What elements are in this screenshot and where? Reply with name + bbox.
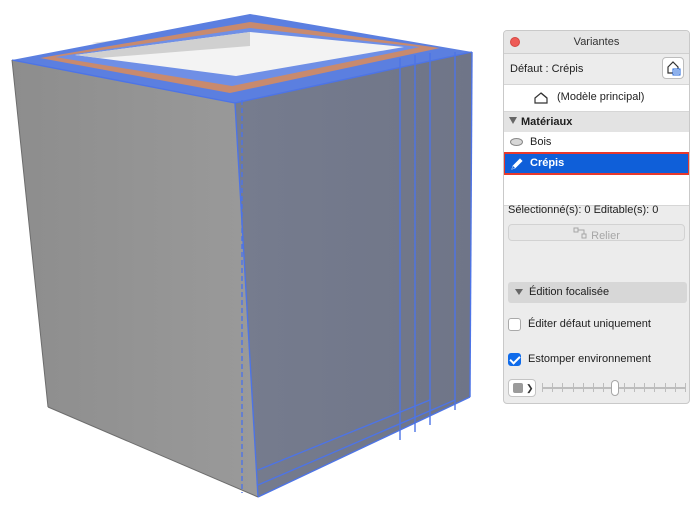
gray-swatch-icon	[513, 383, 523, 393]
left-wall-face	[12, 60, 258, 497]
panel-title: Variantes	[573, 36, 620, 48]
relier-label: Relier	[591, 230, 620, 242]
slider-tick	[593, 383, 594, 392]
focused-edit-header[interactable]: Édition focalisée	[508, 282, 687, 303]
default-variant-label: Défaut : Crépis	[510, 63, 584, 75]
disclosure-triangle-icon[interactable]	[509, 117, 517, 124]
list-item-bois[interactable]: Bois	[504, 132, 689, 153]
slider-tick	[685, 383, 686, 392]
slider-tick	[603, 383, 604, 392]
house-icon	[534, 92, 548, 104]
slider-thumb[interactable]	[611, 380, 620, 396]
edit-default-only-checkbox[interactable]	[508, 318, 521, 331]
slider-tick	[654, 383, 655, 392]
link-icon	[573, 227, 587, 239]
house-layers-icon	[667, 61, 681, 76]
slider-tick	[675, 383, 676, 392]
materials-group-header[interactable]: Matériaux	[504, 112, 689, 132]
fade-environment-label: Estomper environnement	[528, 353, 651, 365]
pencil-icon	[511, 158, 523, 170]
ellipse-icon	[510, 138, 523, 146]
panel-titlebar[interactable]: Variantes	[504, 31, 689, 54]
variants-panel: Variantes Défaut : Crépis (Modèle princi…	[503, 30, 690, 404]
slider-tick	[624, 383, 625, 392]
edit-default-only-label: Éditer défaut uniquement	[528, 318, 651, 330]
slider-tick	[634, 383, 635, 392]
materials-list: Bois Crépis	[504, 132, 689, 206]
relier-button[interactable]: Relier	[508, 224, 685, 242]
chevron-right-icon: ❯	[526, 383, 534, 393]
right-wall-face	[235, 52, 472, 497]
list-item-crepis[interactable]: Crépis	[504, 152, 689, 175]
materials-group-label: Matériaux	[521, 116, 573, 128]
3d-viewport[interactable]	[0, 0, 500, 506]
fade-mode-button[interactable]: ❯	[508, 379, 536, 397]
focused-edit-label: Édition focalisée	[529, 286, 610, 298]
list-item-label: Crépis	[530, 157, 565, 169]
slider-tick	[552, 383, 553, 392]
fade-environment-checkbox[interactable]	[508, 353, 521, 366]
slider-tick	[583, 383, 584, 392]
planter-model[interactable]	[0, 0, 500, 506]
slider-tick	[573, 383, 574, 392]
variant-settings-button[interactable]	[662, 57, 684, 79]
default-variant-row: Défaut : Crépis	[504, 54, 689, 84]
selection-stats: Sélectionné(s): 0 Editable(s): 0	[508, 204, 659, 216]
disclosure-triangle-icon[interactable]	[515, 289, 523, 295]
main-model-label: (Modèle principal)	[557, 91, 645, 103]
slider-tick	[562, 383, 563, 392]
main-model-row[interactable]: (Modèle principal)	[504, 84, 689, 112]
slider-tick	[644, 383, 645, 392]
fade-level-slider-row: ❯	[508, 379, 687, 397]
list-item-label: Bois	[530, 136, 552, 148]
slider-tick	[665, 383, 666, 392]
slider-tick	[542, 383, 543, 392]
